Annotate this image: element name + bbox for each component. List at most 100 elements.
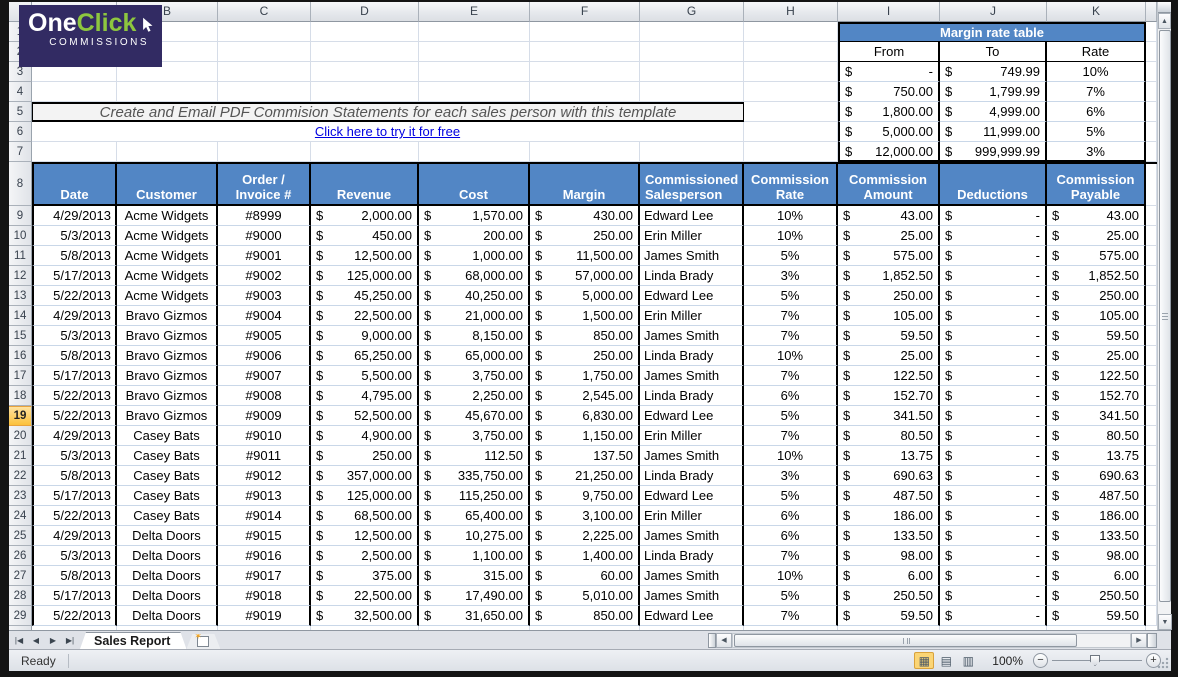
sales-header-4[interactable]: Cost	[419, 164, 530, 206]
cell-H15[interactable]: 7%	[744, 326, 838, 346]
cell-D12[interactable]: $125,000.00	[311, 266, 419, 286]
cell-I27[interactable]: $6.00	[838, 566, 940, 586]
cell-J16[interactable]: $-	[940, 346, 1047, 366]
cell-B29[interactable]: Delta Doors	[117, 606, 218, 626]
cell-A23[interactable]: 5/17/2013	[32, 486, 117, 506]
cell-H2[interactable]	[744, 42, 838, 62]
horizontal-scrollbar-thumb[interactable]	[734, 634, 1077, 647]
cell-I11[interactable]: $575.00	[838, 246, 940, 266]
margin-to-cell[interactable]: $11,999.00	[940, 122, 1047, 142]
cell-F23[interactable]: $9,750.00	[530, 486, 640, 506]
cell-H26[interactable]: 7%	[744, 546, 838, 566]
cell-K24[interactable]: $186.00	[1047, 506, 1146, 526]
cell-G20[interactable]: Erin Miller	[640, 426, 744, 446]
cell-C26[interactable]: #9016	[218, 546, 311, 566]
cell-C27[interactable]: #9017	[218, 566, 311, 586]
cell-H23[interactable]: 5%	[744, 486, 838, 506]
cell-D16[interactable]: $65,250.00	[311, 346, 419, 366]
row-header-16[interactable]: 16	[9, 346, 32, 366]
margin-from-cell[interactable]: $12,000.00	[838, 142, 940, 162]
cell-F25[interactable]: $2,225.00	[530, 526, 640, 546]
cell-A15[interactable]: 5/3/2013	[32, 326, 117, 346]
cell-B11[interactable]: Acme Widgets	[117, 246, 218, 266]
tab-split-handle[interactable]	[708, 633, 716, 648]
cell-D29[interactable]: $32,500.00	[311, 606, 419, 626]
cell-K19[interactable]: $341.50	[1047, 406, 1146, 426]
row-header-6[interactable]: 6	[9, 122, 32, 142]
sales-header-2[interactable]: Order / Invoice #	[218, 164, 311, 206]
column-header-F[interactable]: F	[530, 2, 640, 22]
cell-G23[interactable]: Edward Lee	[640, 486, 744, 506]
cell-I17[interactable]: $122.50	[838, 366, 940, 386]
cell-I26[interactable]: $98.00	[838, 546, 940, 566]
cell-K22[interactable]: $690.63	[1047, 466, 1146, 486]
cell-E21[interactable]: $112.50	[419, 446, 530, 466]
cell-H27[interactable]: 10%	[744, 566, 838, 586]
cell-E15[interactable]: $8,150.00	[419, 326, 530, 346]
cell-K17[interactable]: $122.50	[1047, 366, 1146, 386]
cell-A26[interactable]: 5/3/2013	[32, 546, 117, 566]
cell-G26[interactable]: Linda Brady	[640, 546, 744, 566]
cell-G27[interactable]: James Smith	[640, 566, 744, 586]
last-sheet-icon[interactable]: ▶|	[62, 633, 78, 648]
horizontal-scrollbar[interactable]: ◀ ▶	[708, 631, 1171, 649]
cell-D18[interactable]: $4,795.00	[311, 386, 419, 406]
sales-header-9[interactable]: Deductions	[940, 164, 1047, 206]
cell-A9[interactable]: 4/29/2013	[32, 206, 117, 226]
cell-D7[interactable]	[311, 142, 419, 162]
zoom-out-button[interactable]: −	[1033, 653, 1048, 668]
row-header-12[interactable]: 12	[9, 266, 32, 286]
cell-E1[interactable]	[419, 22, 530, 42]
cell-A24[interactable]: 5/22/2013	[32, 506, 117, 526]
cell-F28[interactable]: $5,010.00	[530, 586, 640, 606]
cell-G12[interactable]: Linda Brady	[640, 266, 744, 286]
cell-K29[interactable]: $59.50	[1047, 606, 1146, 626]
cell-C2[interactable]	[218, 42, 311, 62]
margin-from-cell[interactable]: $-	[838, 62, 940, 82]
margin-to-cell[interactable]: $749.99	[940, 62, 1047, 82]
sales-header-7[interactable]: Commission Rate	[744, 164, 838, 206]
cell-B28[interactable]: Delta Doors	[117, 586, 218, 606]
column-header-D[interactable]: D	[311, 2, 419, 22]
column-header-G[interactable]: G	[640, 2, 744, 22]
cell-I12[interactable]: $1,852.50	[838, 266, 940, 286]
margin-rate-cell[interactable]: 10%	[1047, 62, 1146, 82]
cell-B20[interactable]: Casey Bats	[117, 426, 218, 446]
cell-B21[interactable]: Casey Bats	[117, 446, 218, 466]
cell-C19[interactable]: #9009	[218, 406, 311, 426]
cell-G16[interactable]: Linda Brady	[640, 346, 744, 366]
cell-K18[interactable]: $152.70	[1047, 386, 1146, 406]
cell-K27[interactable]: $6.00	[1047, 566, 1146, 586]
column-header-H[interactable]: H	[744, 2, 838, 22]
cell-I29[interactable]: $59.50	[838, 606, 940, 626]
cell-C25[interactable]: #9015	[218, 526, 311, 546]
cell-D22[interactable]: $357,000.00	[311, 466, 419, 486]
cell-I15[interactable]: $59.50	[838, 326, 940, 346]
cell-K26[interactable]: $98.00	[1047, 546, 1146, 566]
column-header-I[interactable]: I	[838, 2, 940, 22]
cell-D27[interactable]: $375.00	[311, 566, 419, 586]
cell-C18[interactable]: #9008	[218, 386, 311, 406]
cell-A18[interactable]: 5/22/2013	[32, 386, 117, 406]
cell-H13[interactable]: 5%	[744, 286, 838, 306]
cell-H19[interactable]: 5%	[744, 406, 838, 426]
cell-H4[interactable]	[744, 82, 838, 102]
column-header-E[interactable]: E	[419, 2, 530, 22]
cell-E24[interactable]: $65,400.00	[419, 506, 530, 526]
cell-F14[interactable]: $1,500.00	[530, 306, 640, 326]
cell-F9[interactable]: $430.00	[530, 206, 640, 226]
scroll-down-icon[interactable]: ▼	[1158, 614, 1172, 630]
cell-E11[interactable]: $1,000.00	[419, 246, 530, 266]
cell-H12[interactable]: 3%	[744, 266, 838, 286]
cell-H28[interactable]: 5%	[744, 586, 838, 606]
cell-G17[interactable]: James Smith	[640, 366, 744, 386]
cell-G15[interactable]: James Smith	[640, 326, 744, 346]
resize-grip[interactable]	[1157, 657, 1169, 669]
cell-A11[interactable]: 5/8/2013	[32, 246, 117, 266]
row-header-28[interactable]: 28	[9, 586, 32, 606]
cell-B9[interactable]: Acme Widgets	[117, 206, 218, 226]
cell-F10[interactable]: $250.00	[530, 226, 640, 246]
cell-B22[interactable]: Casey Bats	[117, 466, 218, 486]
cell-J23[interactable]: $-	[940, 486, 1047, 506]
cell-E17[interactable]: $3,750.00	[419, 366, 530, 386]
